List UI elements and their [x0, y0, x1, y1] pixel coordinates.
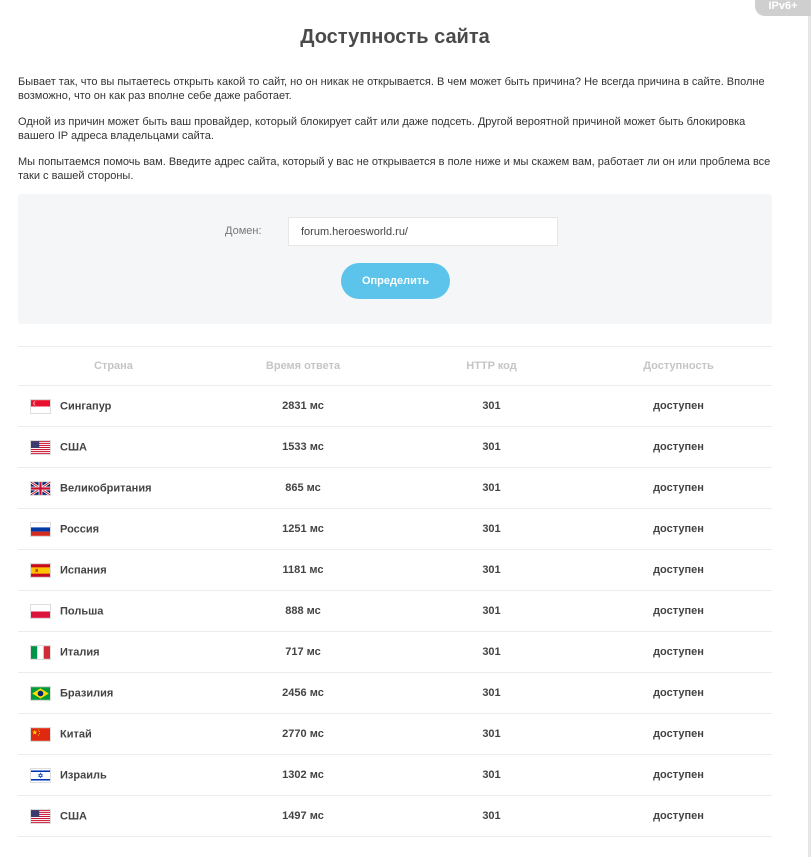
table-row: Россия 1251 мс 301 доступен [18, 508, 772, 550]
country-name: Россия [60, 523, 100, 535]
country-name: Китай [60, 728, 92, 740]
table-row: США 1533 мс 301 доступен [18, 426, 772, 468]
response-time: 888 мс [208, 590, 398, 632]
table-row: Бразилия 2456 мс 301 доступен [18, 672, 772, 714]
response-time: 1181 мс [208, 549, 398, 591]
flag-es-icon [30, 562, 51, 578]
availability-status: доступен [585, 426, 772, 468]
flag-it-icon [30, 644, 51, 660]
header-country: Страна [18, 346, 208, 386]
country-cell: Испания [18, 549, 208, 591]
response-time: 1533 мс [208, 426, 398, 468]
country-cell: Италия [18, 631, 208, 673]
response-time: 2831 мс [208, 385, 398, 427]
http-code: 301 [398, 426, 585, 468]
http-code: 301 [398, 795, 585, 837]
country-cell: Израиль [18, 754, 208, 796]
table-row: Польша 888 мс 301 доступен [18, 590, 772, 632]
country-name: Испания [60, 564, 107, 576]
country-name: Италия [60, 646, 100, 658]
table-row: Израиль 1302 мс 301 доступен [18, 754, 772, 796]
country-name: Польша [60, 605, 104, 617]
flag-gb-icon [30, 480, 51, 496]
http-code: 301 [398, 590, 585, 632]
flag-cn-icon [30, 726, 51, 742]
country-cell: США [18, 795, 208, 837]
http-code: 301 [398, 713, 585, 755]
flag-ru-icon [30, 521, 51, 537]
flag-pl-icon [30, 603, 51, 619]
determine-button[interactable]: Определить [341, 263, 450, 299]
flag-sg-icon [30, 398, 51, 414]
availability-status: доступен [585, 467, 772, 509]
table-row: Сингапур 2831 мс 301 доступен [18, 385, 772, 427]
results-body: Сингапур 2831 мс 301 доступен США 1533 мс 301 д… [18, 385, 772, 837]
response-time: 1302 мс [208, 754, 398, 796]
country-name: Бразилия [60, 687, 114, 699]
http-code: 301 [398, 508, 585, 550]
intro-paragraph-2: Одной из причин может быть ваш провайдер… [18, 116, 746, 142]
http-code: 301 [398, 467, 585, 509]
header-availability: Доступность [585, 346, 772, 386]
table-row: Великобритания 865 мс 301 доступен [18, 467, 772, 509]
intro-paragraph-1: Бывает так, что вы пытаетесь открыть как… [18, 76, 765, 102]
country-name: США [60, 810, 87, 822]
country-name: США [60, 441, 87, 453]
country-cell: Великобритания [18, 467, 208, 509]
ipv6-badge[interactable]: IPv6+ [755, 0, 811, 16]
availability-status: доступен [585, 631, 772, 673]
availability-status: доступен [585, 672, 772, 714]
domain-input[interactable] [288, 217, 558, 246]
availability-status: доступен [585, 385, 772, 427]
response-time: 2456 мс [208, 672, 398, 714]
response-time: 1497 мс [208, 795, 398, 837]
table-row: Испания 1181 мс 301 доступен [18, 549, 772, 591]
country-name: Израиль [60, 769, 107, 781]
response-time: 1251 мс [208, 508, 398, 550]
table-row: Италия 717 мс 301 доступен [18, 631, 772, 673]
http-code: 301 [398, 672, 585, 714]
header-response-time: Время ответа [208, 346, 398, 386]
country-cell: Сингапур [18, 385, 208, 427]
http-code: 301 [398, 754, 585, 796]
response-time: 865 мс [208, 467, 398, 509]
table-row: США 1497 мс 301 доступен [18, 795, 772, 837]
country-cell: Бразилия [18, 672, 208, 714]
availability-status: доступен [585, 590, 772, 632]
results-table: Страна Время ответа HTTP код Доступность… [18, 346, 772, 837]
flag-il-icon [30, 767, 51, 783]
http-code: 301 [398, 385, 585, 427]
intro-paragraph-3: Мы попытаемся помочь вам. Введите адрес … [18, 156, 771, 182]
http-code: 301 [398, 549, 585, 591]
flag-us-icon [30, 808, 51, 824]
country-cell: США [18, 426, 208, 468]
country-cell: Китай [18, 713, 208, 755]
availability-status: доступен [585, 713, 772, 755]
domain-label: Домен: [225, 225, 262, 237]
flag-br-icon [30, 685, 51, 701]
flag-us-icon [30, 439, 51, 455]
availability-status: доступен [585, 754, 772, 796]
availability-status: доступен [585, 795, 772, 837]
country-cell: Польша [18, 590, 208, 632]
header-http-code: HTTP код [398, 346, 585, 386]
check-form: Домен: Определить [18, 194, 772, 324]
country-name: Сингапур [60, 400, 112, 412]
country-name: Великобритания [60, 482, 152, 494]
country-cell: Россия [18, 508, 208, 550]
results-header-row: Страна Время ответа HTTP код Доступность [18, 346, 772, 386]
availability-status: доступен [585, 549, 772, 591]
page-title: Доступность сайта [300, 26, 490, 48]
table-row: Китай 2770 мс 301 доступен [18, 713, 772, 755]
response-time: 2770 мс [208, 713, 398, 755]
response-time: 717 мс [208, 631, 398, 673]
availability-status: доступен [585, 508, 772, 550]
http-code: 301 [398, 631, 585, 673]
